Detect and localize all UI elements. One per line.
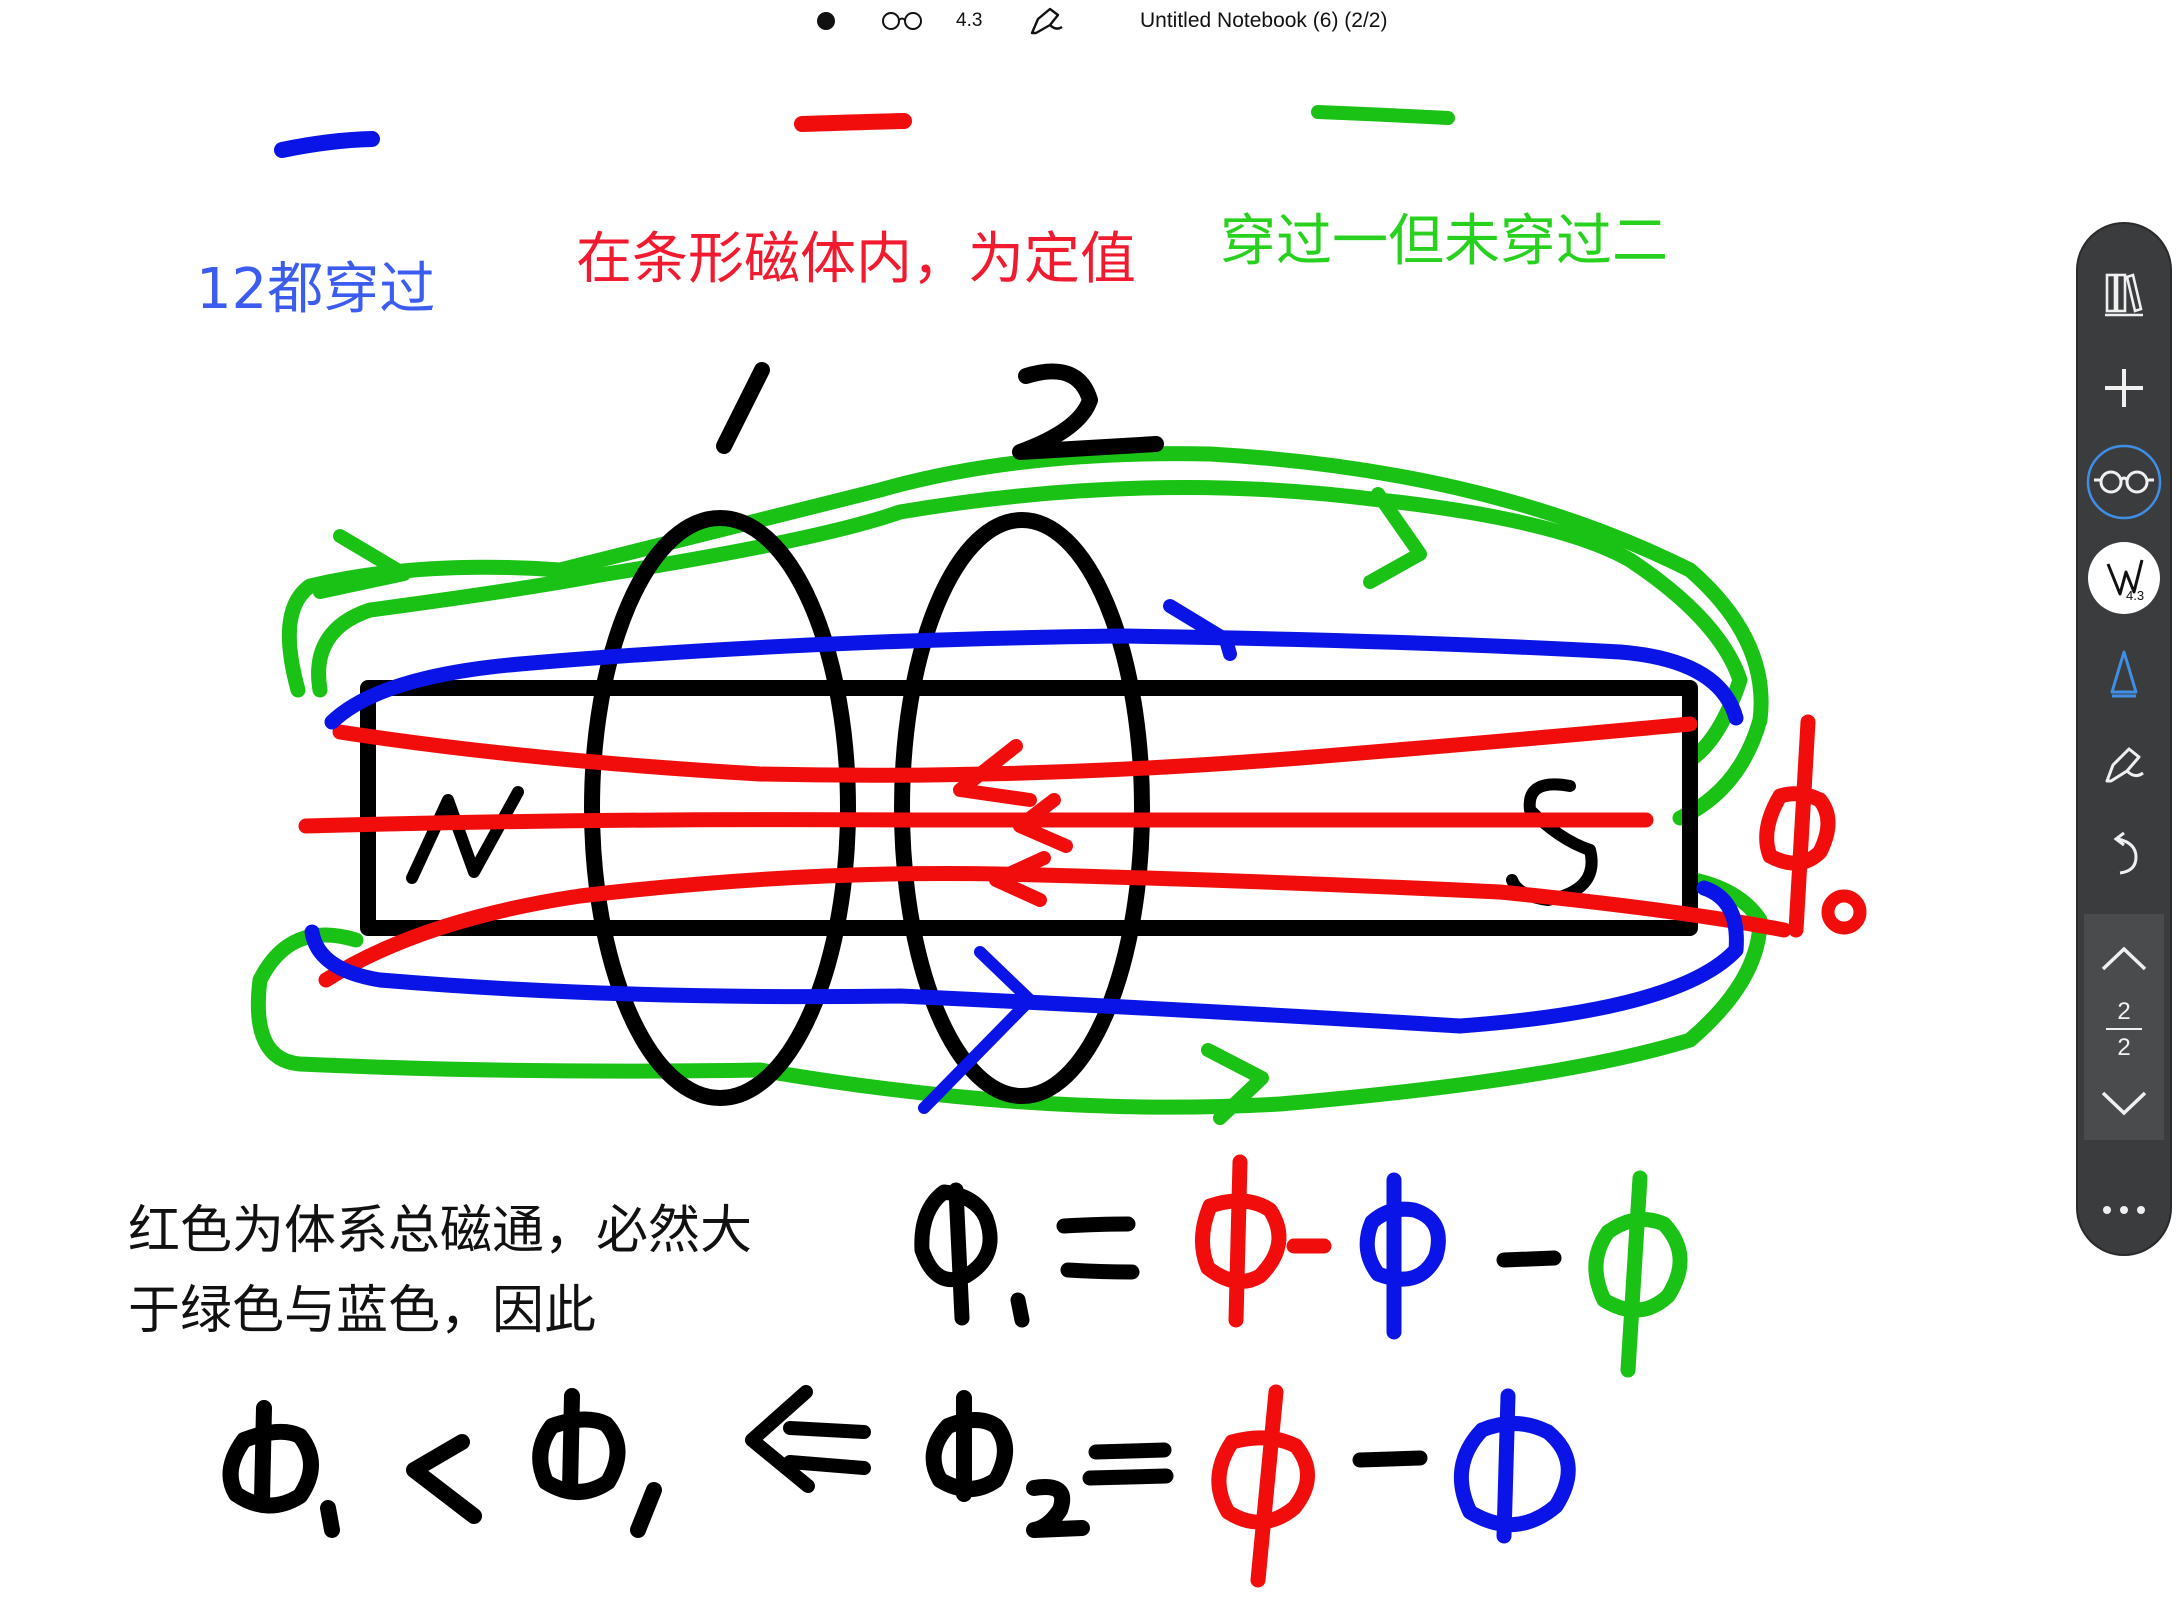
eq1-minus (1496, 1250, 1562, 1268)
south-pole-stroke (1506, 778, 1598, 906)
chevron-down-icon[interactable] (2078, 1064, 2170, 1144)
more-icon[interactable] (2078, 1170, 2170, 1250)
pen-tool-icon[interactable] (2078, 724, 2170, 804)
undo-icon[interactable] (2078, 814, 2170, 894)
coil-label-2-stroke (1012, 363, 1164, 460)
eq1-phi-red (1194, 1154, 1332, 1328)
pen-size-badge: 4.3 (2126, 588, 2145, 603)
eq2-phi-red (1211, 1384, 1315, 1588)
blue-field-line-upper (324, 628, 1744, 730)
red-field-line-middle (298, 812, 1654, 834)
eq1-phi-green (1588, 1170, 1688, 1378)
eq2-phi1-stroke (222, 1400, 340, 1538)
page-current: 2 (2117, 998, 2131, 1025)
eq2-phi1b-stroke (532, 1388, 662, 1538)
add-page-icon[interactable] (2078, 348, 2170, 428)
page-total: 2 (2117, 1034, 2131, 1061)
coil-label-1-stroke (716, 362, 770, 454)
highlighter-icon[interactable] (2078, 634, 2170, 714)
eq2-phi-blue (1453, 1388, 1576, 1544)
page-divider (2106, 1028, 2142, 1030)
drawing-canvas[interactable] (0, 0, 2176, 1600)
legend-green-stroke (1311, 105, 1455, 125)
eq1-phi-blue (1359, 1172, 1446, 1340)
eq2-phi2-stroke (925, 1390, 1090, 1538)
eq2-implied-by-arrow (745, 1385, 871, 1493)
reading-mode-icon[interactable] (2078, 442, 2170, 522)
coil-1 (584, 510, 856, 1106)
phi0-subscript (1821, 889, 1867, 935)
eq2-less-than (406, 1434, 482, 1524)
chevron-up-icon[interactable] (2078, 918, 2170, 998)
eq2-equals (1082, 1442, 1174, 1486)
right-toolbar: 4.3 2 2 (2078, 224, 2170, 1254)
phi0-red-stroke (1759, 714, 1836, 938)
legend-blue-stroke (274, 131, 380, 158)
page-navigator: 2 2 (2084, 914, 2164, 1140)
green-arrowhead-upper-left (313, 529, 411, 599)
eq1-phi1-stroke (914, 1182, 1030, 1328)
legend-red-stroke (794, 113, 912, 132)
library-icon[interactable] (2078, 254, 2170, 334)
north-pole-stroke (406, 786, 524, 884)
pen-nib-icon[interactable]: 4.3 (2078, 538, 2170, 618)
eq1-equals (1056, 1216, 1140, 1280)
eq2-minus (1352, 1450, 1428, 1468)
